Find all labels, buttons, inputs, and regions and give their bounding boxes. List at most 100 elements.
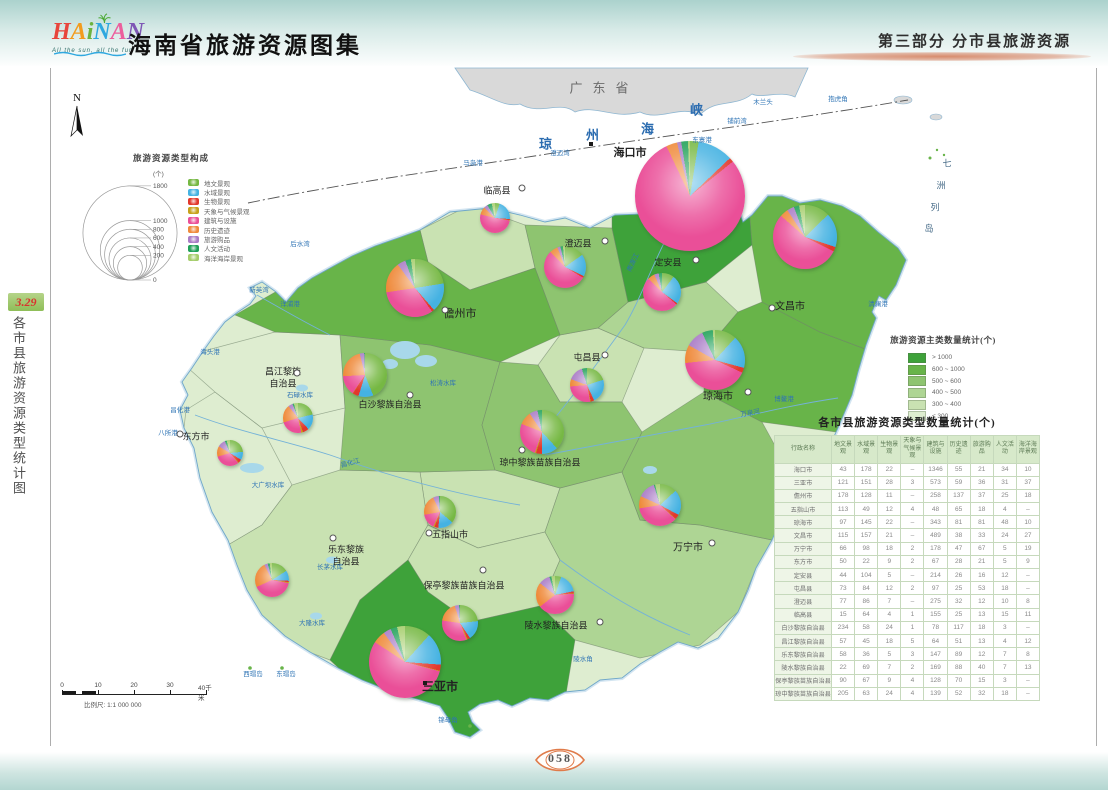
north-arrow: N [64, 92, 90, 143]
table-cell-name: 屯昌县 [775, 582, 832, 595]
table-cell-value: 2 [901, 661, 924, 674]
legend-density-item: > 1000 [908, 352, 1018, 364]
table-cell-name: 澄迈县 [775, 595, 832, 608]
table-cell-value: 16 [970, 569, 993, 582]
legend-density: 旅游资源主类数量统计(个) > 1000600 ~ 1000500 ~ 6004… [868, 334, 1018, 422]
table-cell-value: 147 [924, 648, 947, 661]
table-cell-name: 儋州市 [775, 489, 832, 502]
table-cell-value: 21 [970, 555, 993, 568]
legend-type-item: 生物景观 [188, 197, 250, 206]
table-cell-value: 2 [901, 542, 924, 555]
legend-swatch [908, 388, 926, 398]
table-cell-value: 27 [1016, 529, 1039, 542]
table-cell-value: 88 [947, 661, 970, 674]
table-header-name: 行政名称 [775, 436, 832, 464]
page-number-badge: 058 [534, 744, 586, 776]
table-cell-name: 琼中黎族苗族自治县 [775, 687, 832, 700]
table-cell-name: 定安县 [775, 569, 832, 582]
legend-swatch [908, 365, 926, 375]
svg-text:0: 0 [153, 277, 157, 284]
table-cell-value: 19 [1016, 542, 1039, 555]
table-cell-value: 64 [855, 608, 878, 621]
scale-bar: 010203040千米 比例尺: 1:1 000 000 [62, 682, 222, 709]
table-cell-name: 白沙黎族自治县 [775, 621, 832, 634]
table-cell-value: 178 [832, 489, 855, 502]
table-cell-value: 169 [924, 661, 947, 674]
table-cell-value: – [1016, 621, 1039, 634]
table-cell-value: 58 [832, 648, 855, 661]
table-cell-value: 48 [993, 516, 1016, 529]
atlas-page: HAiNAN All the sun, all the fun 海南省旅游资源图… [0, 0, 1108, 790]
scale-tick-label: 30 [166, 682, 173, 689]
table-cell-value: 22 [878, 516, 901, 529]
table-cell-value: 4 [901, 503, 924, 516]
legend-swatch [908, 376, 926, 386]
table-cell-value: 84 [855, 582, 878, 595]
table-cell-name: 五指山市 [775, 503, 832, 516]
table-cell-value: 12 [1016, 634, 1039, 647]
table-cell-value: 115 [832, 529, 855, 542]
table-cell-value: 117 [947, 621, 970, 634]
table-cell-value: 21 [970, 463, 993, 476]
table-cell-value: 86 [855, 595, 878, 608]
legend-density-label: 600 ~ 1000 [932, 366, 965, 373]
table-cell-value: 44 [832, 569, 855, 582]
table-cell-value: 81 [947, 516, 970, 529]
table-cell-value: 10 [993, 595, 1016, 608]
table-cell-value: – [901, 489, 924, 502]
table-cell-value: – [901, 463, 924, 476]
table-cell-value: 275 [924, 595, 947, 608]
svg-text:1000: 1000 [153, 218, 168, 225]
table-header-cell: 生物景观 [878, 436, 901, 464]
table-cell-value: 24 [878, 687, 901, 700]
table-cell-value: 4 [901, 674, 924, 687]
legend-type-label: 海洋海岸景观 [204, 253, 243, 263]
table-row: 五指山市113491244865184– [775, 503, 1040, 516]
table-cell-value: 15 [993, 608, 1016, 621]
table-cell-value: 70 [947, 674, 970, 687]
table-row: 定安县441045–214261612– [775, 569, 1040, 582]
table-cell-value: 3 [993, 621, 1016, 634]
legend-density-items: > 1000600 ~ 1000500 ~ 600400 ~ 500300 ~ … [908, 352, 1018, 422]
table-row: 万宁市66981821784767519 [775, 542, 1040, 555]
legend-type-item: 海洋海岸景观 [188, 253, 250, 262]
table-cell-value: 49 [855, 503, 878, 516]
table-cell-value: 8 [1016, 648, 1039, 661]
table-cell-value: 5 [993, 542, 1016, 555]
section-title: 第三部分 分市县旅游资源 [878, 30, 1071, 51]
table-cell-value: 489 [924, 529, 947, 542]
table-cell-value: 1346 [924, 463, 947, 476]
table-cell-value: 15 [970, 674, 993, 687]
legend-swatch [908, 400, 926, 410]
svg-text:600: 600 [153, 235, 164, 242]
table-header-cell: 天象与气候景观 [901, 436, 924, 464]
table-cell-value: 4 [993, 634, 1016, 647]
svg-text:400: 400 [153, 244, 164, 251]
table-title: 各市县旅游资源类型数量统计(个) [774, 414, 1040, 430]
table-cell-value: 48 [924, 503, 947, 516]
table-cell-value: 151 [855, 476, 878, 489]
pie-size-scale: (个)180010008006004002000 [75, 162, 187, 288]
table-cell-value: 13 [970, 634, 993, 647]
table-cell-value: 4 [878, 608, 901, 621]
table-cell-value: 2 [901, 582, 924, 595]
table-cell-value: 28 [878, 476, 901, 489]
table-cell-value: 3 [901, 476, 924, 489]
table-cell-value: 137 [947, 489, 970, 502]
table-cell-name: 昌江黎族自治县 [775, 634, 832, 647]
table-cell-value: 28 [947, 555, 970, 568]
table-cell-value: 47 [947, 542, 970, 555]
table-row: 琼海市9714522–34381814810 [775, 516, 1040, 529]
table-row: 保亭黎族苗族自治县90679412870153– [775, 674, 1040, 687]
table-cell-value: 65 [947, 503, 970, 516]
legend-density-item: 400 ~ 500 [908, 387, 1018, 399]
legend-swatch [908, 353, 926, 363]
table-header-cell: 历史遗迹 [947, 436, 970, 464]
table-cell-value: 90 [832, 674, 855, 687]
table-cell-name: 保亭黎族苗族自治县 [775, 674, 832, 687]
table-cell-value: 37 [1016, 476, 1039, 489]
legend-types-items: 地文景观水域景观生物景观天象与气候景观建筑与设施历史遗迹旅游购品人文活动海洋海岸… [188, 178, 250, 263]
table-cell-name: 陵水黎族自治县 [775, 661, 832, 674]
table-cell-value: – [1016, 503, 1039, 516]
table-cell-value: 343 [924, 516, 947, 529]
